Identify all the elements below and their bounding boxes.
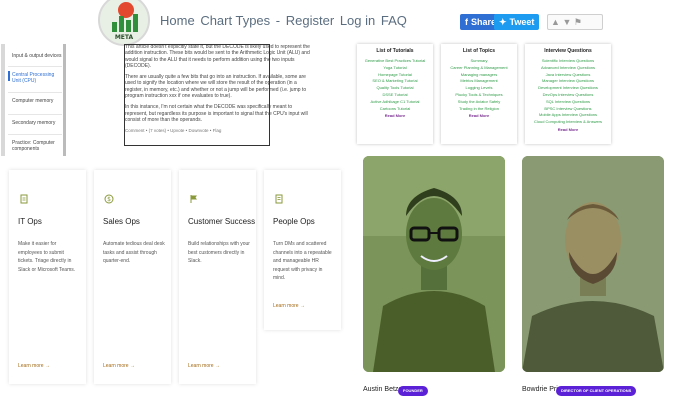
flag-icon: [190, 195, 197, 203]
topics-panel: List of Topics Summary Career Planning &…: [441, 44, 517, 144]
interview-link[interactable]: Java Interview Questions: [525, 72, 611, 79]
portrait-image: [522, 156, 664, 372]
panel-title: List of Tutorials: [376, 48, 414, 54]
card-description: Automate tedious deal desk tasks and ass…: [103, 241, 165, 264]
dollar-icon: $: [104, 194, 114, 204]
team-photo-bowdrie: [522, 156, 664, 372]
interview-link[interactable]: DevOps Interview Questions: [525, 92, 611, 99]
card-customer-success: Customer Success Build relationships wit…: [179, 170, 256, 384]
top-nav: Home Chart Types - Register Log in FAQ: [160, 13, 409, 28]
learn-more-link[interactable]: Learn more →: [18, 363, 50, 369]
panel-title: List of Topics: [462, 48, 496, 54]
read-more-link[interactable]: Read More: [441, 113, 517, 118]
nav-separator: -: [275, 13, 281, 28]
card-it-ops: IT Ops Make it easier for employees to s…: [9, 170, 86, 384]
document-icon: [275, 194, 283, 204]
sidebar-active-marker: [8, 71, 10, 81]
nav-home[interactable]: Home: [160, 13, 195, 28]
topic-link[interactable]: Managing managers: [441, 72, 517, 79]
nav-faq[interactable]: FAQ: [381, 13, 407, 28]
interview-link[interactable]: Advanced Interview Questions: [525, 65, 611, 72]
interview-link[interactable]: Development Interview Questions: [525, 85, 611, 92]
sidebar-scrollbar[interactable]: [63, 44, 66, 156]
card-title: Sales Ops: [103, 217, 140, 226]
portrait-image: [363, 156, 505, 372]
topic-link[interactable]: Metrics Management: [441, 78, 517, 85]
sidebar-item-cpu[interactable]: Central Processing Unit (CPU): [12, 72, 62, 84]
clipboard-icon: [20, 194, 28, 204]
interview-link[interactable]: Cloud Computing Interview & Answers: [525, 119, 611, 126]
logo-bar: [126, 20, 131, 32]
sidebar-item-practice[interactable]: Practice: Computer components: [12, 140, 62, 152]
topic-link[interactable]: Summary: [441, 58, 517, 65]
card-people-ops: People Ops Turn DMs and scattered channe…: [264, 170, 341, 330]
site-logo[interactable]: META: [98, 0, 150, 46]
card-title: Customer Success: [188, 217, 256, 226]
twitter-share-label: Tweet: [509, 17, 535, 27]
panel-title: Interview Questions: [544, 48, 592, 54]
sidebar-item-secondary-memory[interactable]: Secondary memory: [12, 120, 62, 126]
sidebar-divider: [8, 134, 62, 135]
tutorial-link[interactable]: Homepage Tutorial: [357, 72, 433, 79]
card-title: People Ops: [273, 217, 315, 226]
card-title: IT Ops: [18, 217, 42, 226]
tutorial-link[interactable]: Quality Tools Tutorial: [357, 85, 433, 92]
logo-bar: [119, 16, 124, 32]
upvote-icon[interactable]: ▲: [551, 17, 560, 27]
read-more-link[interactable]: Read More: [525, 127, 611, 132]
lesson-sidebar: Input & output devices Central Processin…: [0, 44, 62, 156]
twitter-icon: ✦: [499, 16, 507, 27]
top-bar: META Home Chart Types - Register Log in …: [0, 0, 700, 46]
tutorial-link[interactable]: SEO & Marketing Tutorial: [357, 78, 433, 85]
sidebar-divider: [8, 66, 62, 67]
topic-link[interactable]: Plucky Tools & Techniques: [441, 92, 517, 99]
topic-link[interactable]: Career Planning & Management: [441, 65, 517, 72]
sidebar-divider: [8, 92, 62, 93]
tutorials-panel: List of Tutorials Generative Best Practi…: [357, 44, 433, 144]
nav-register[interactable]: Register: [286, 13, 334, 28]
read-more-link[interactable]: Read More: [357, 113, 433, 118]
tutorial-link[interactable]: DSSE Tutorial: [357, 92, 433, 99]
card-description: Build relationships with your best custo…: [188, 241, 250, 264]
logo-bar: [133, 14, 138, 32]
sidebar-rail: [1, 44, 5, 156]
facebook-icon: f: [465, 17, 468, 27]
interview-link[interactable]: SQL Interview Questions: [525, 99, 611, 106]
tutorial-link[interactable]: Generative Best Practices Tutorial: [357, 58, 433, 65]
team-member-role-badge: FOUNDER: [398, 386, 428, 396]
sidebar-divider: [8, 114, 62, 115]
card-sales-ops: $ Sales Ops Automate tedious deal desk t…: [94, 170, 171, 384]
team-member-role-badge: DIRECTOR OF CLIENT OPERATIONS: [556, 386, 637, 396]
tutorial-link[interactable]: Cartoons Tutorial: [357, 106, 433, 113]
logo-text: META: [114, 34, 134, 41]
topic-link[interactable]: Logging Levels: [441, 85, 517, 92]
article-selection-box: [124, 44, 270, 146]
sidebar-item-input-output[interactable]: Input & output devices: [12, 53, 62, 59]
card-description: Make it easier for employees to submit t…: [18, 241, 76, 273]
facebook-share-label: Share: [471, 17, 497, 27]
logo-bar: [112, 22, 117, 32]
interview-link[interactable]: Scientific Interview Questions: [525, 58, 611, 65]
interview-questions-panel: Interview Questions Scientific Interview…: [525, 44, 611, 144]
learn-more-link[interactable]: Learn more →: [103, 363, 135, 369]
tutorial-link[interactable]: Yoga Tutorial: [357, 65, 433, 72]
svg-text:$: $: [107, 196, 111, 203]
card-description: Turn DMs and scattered channels into a r…: [273, 241, 332, 281]
topic-link[interactable]: Study the Aviator Safely: [441, 99, 517, 106]
nav-login[interactable]: Log in: [340, 13, 375, 28]
interview-link[interactable]: Manager Interview Questions: [525, 78, 611, 85]
topic-link[interactable]: Trading in the Religion: [441, 106, 517, 113]
interview-link[interactable]: Mobile Apps Interview Questions: [525, 112, 611, 119]
nav-chart-types[interactable]: Chart Types: [200, 13, 270, 28]
tutorial-link[interactable]: Active Adhikage C1 Tutorial: [357, 99, 433, 106]
learn-more-link[interactable]: Learn more →: [273, 303, 305, 309]
team-photo-austin: [363, 156, 505, 372]
learn-more-link[interactable]: Learn more →: [188, 363, 220, 369]
flag-icon[interactable]: ⚑: [574, 17, 582, 27]
downvote-icon[interactable]: ▼: [562, 17, 571, 27]
sidebar-item-computer-memory[interactable]: Computer memory: [12, 98, 62, 104]
twitter-share-button[interactable]: ✦ Tweet: [494, 14, 540, 30]
toolbar-icon-group: ▲ ▼ ⚑: [547, 14, 603, 30]
interview-link[interactable]: BPSC Interview Questions: [525, 106, 611, 113]
